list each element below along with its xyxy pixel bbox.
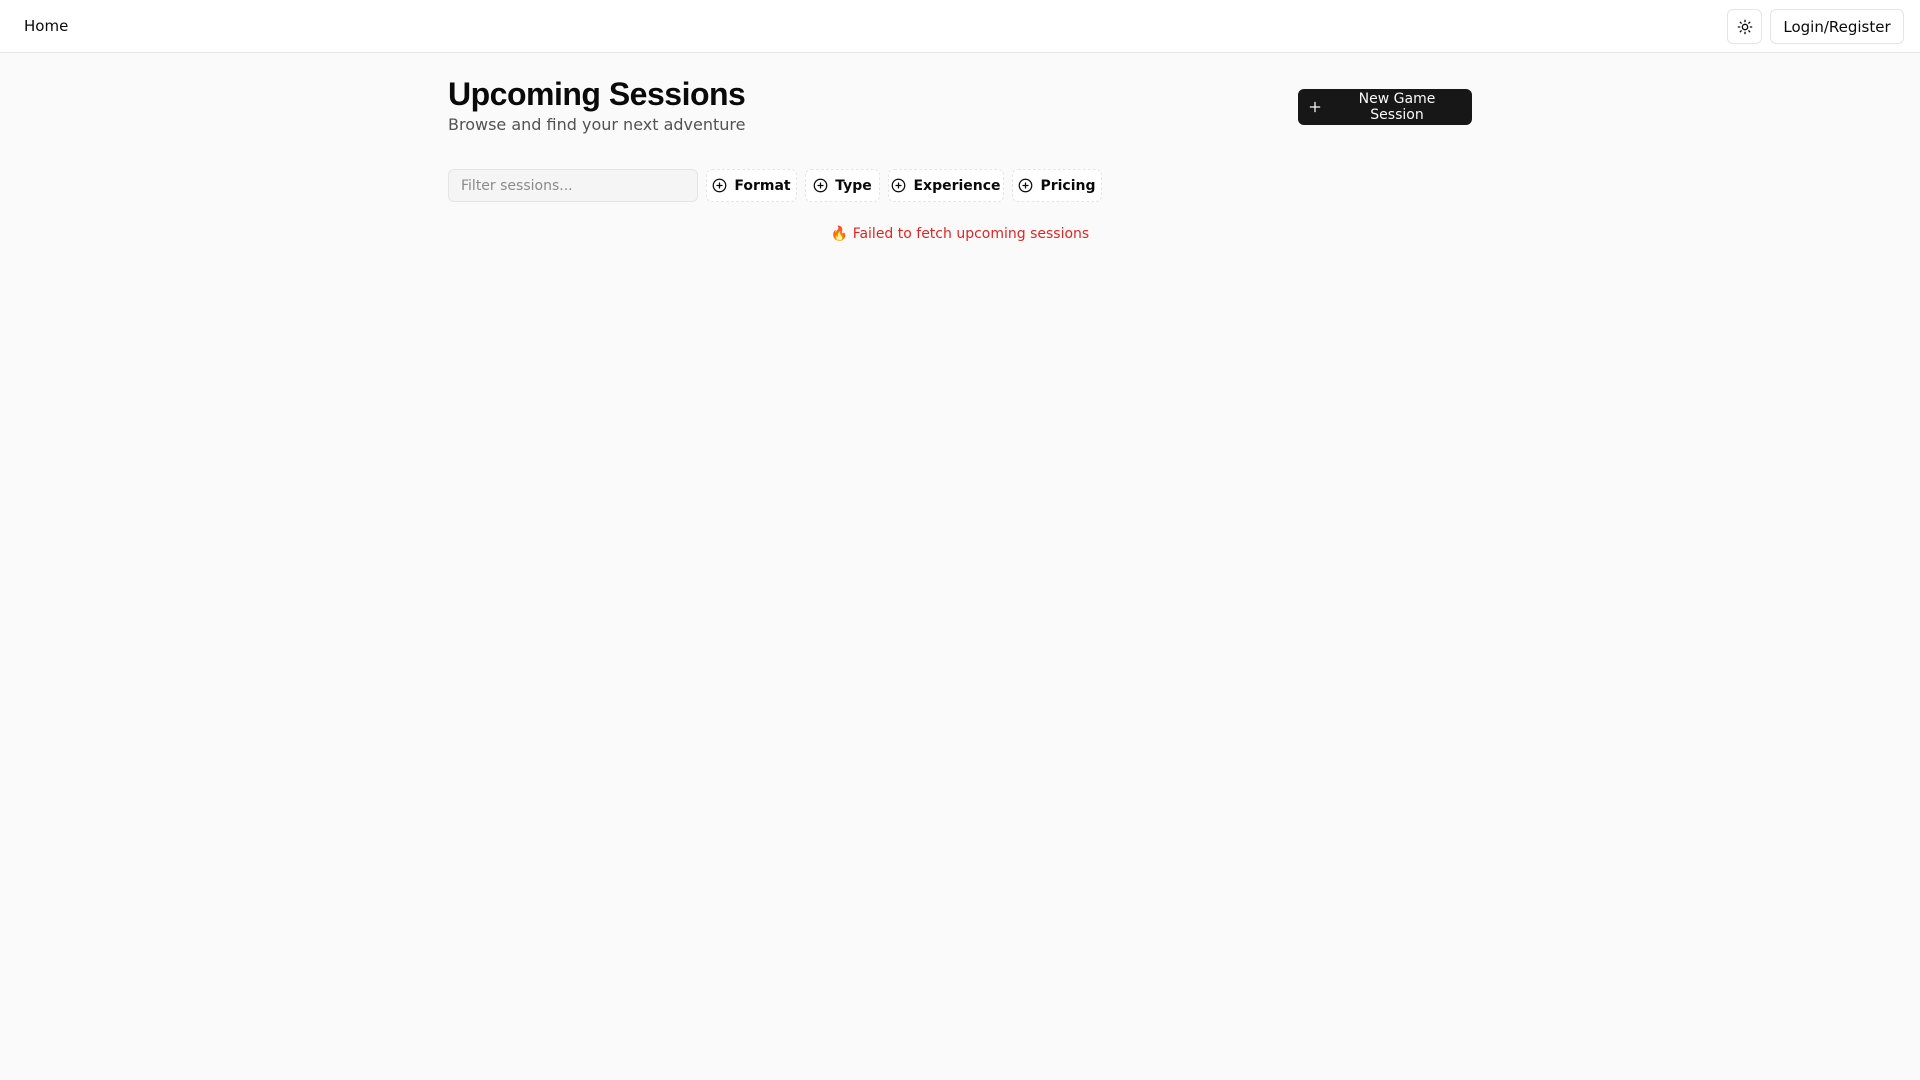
pricing-filter-button[interactable]: Pricing	[1012, 169, 1102, 202]
experience-filter-label: Experience	[913, 177, 1001, 194]
plus-circle-icon	[712, 178, 727, 193]
error-text: Failed to fetch upcoming sessions	[852, 226, 1090, 242]
page-subtitle: Browse and find your next adventure	[448, 115, 746, 134]
theme-toggle-button[interactable]	[1727, 9, 1762, 44]
sun-icon	[1737, 19, 1753, 35]
type-filter-button[interactable]: Type	[805, 169, 880, 202]
page-title: Upcoming Sessions	[448, 76, 746, 112]
format-filter-label: Format	[734, 177, 791, 194]
plus-circle-icon	[1018, 178, 1033, 193]
pricing-filter-label: Pricing	[1040, 177, 1096, 194]
login-register-button[interactable]: Login/Register	[1770, 9, 1904, 44]
plus-circle-icon	[813, 178, 828, 193]
format-filter-button[interactable]: Format	[706, 169, 797, 202]
home-link[interactable]: Home	[24, 16, 68, 36]
new-game-session-label: New Game Session	[1358, 91, 1436, 123]
type-filter-label: Type	[835, 177, 872, 194]
error-message: 🔥 Failed to fetch upcoming sessions	[0, 224, 1920, 244]
experience-filter-button[interactable]: Experience	[888, 169, 1004, 202]
new-game-session-button[interactable]: New Game Session	[1298, 89, 1472, 125]
plus-circle-icon	[891, 178, 906, 193]
top-navigation-bar: Home Login/Register	[0, 0, 1920, 53]
fire-icon: 🔥	[830, 226, 849, 242]
filter-sessions-input[interactable]	[448, 169, 698, 202]
plus-icon	[1308, 100, 1322, 114]
